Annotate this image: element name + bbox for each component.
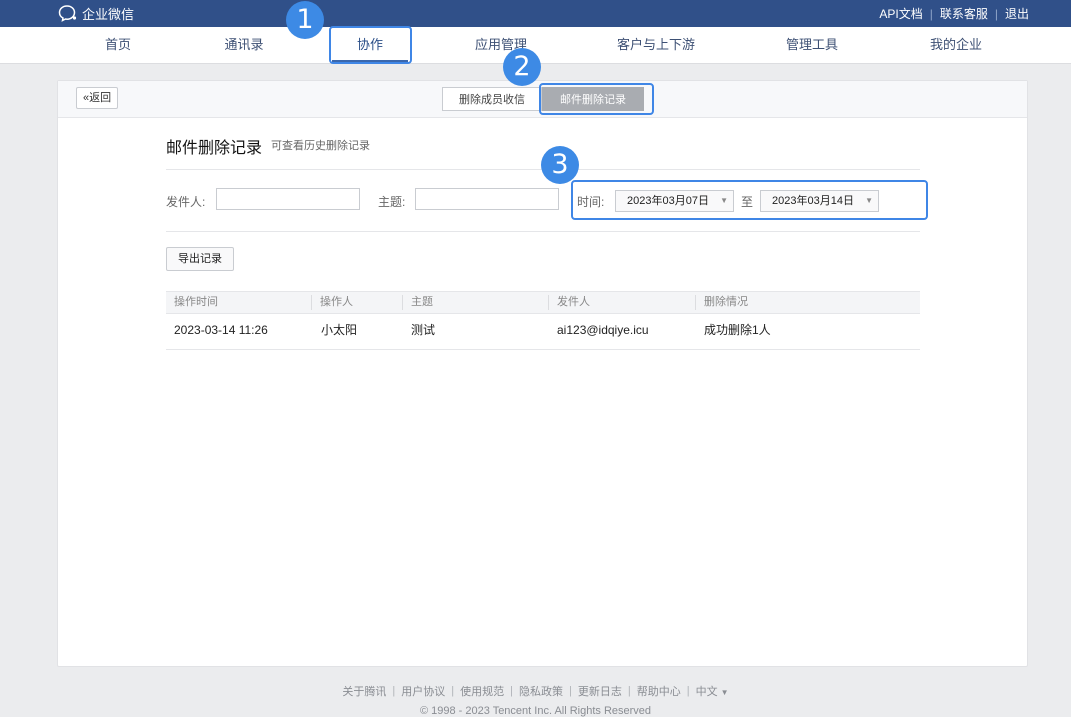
cell-result: 成功删除1人 [704, 323, 771, 337]
table-row: 2023-03-14 11:26 小太阳 测试 ai123@idqiye.icu… [166, 313, 920, 350]
cell-time: 2023-03-14 11:26 [174, 323, 268, 337]
divider [311, 295, 312, 310]
export-records-button[interactable]: 导出记录 [166, 247, 234, 271]
nav-contacts[interactable]: 通讯录 [214, 27, 274, 63]
sender-label: 发件人: [166, 195, 206, 209]
top-bar: 企业微信 API文档 | 联系客服 | 退出 [0, 0, 1071, 27]
highlight-tab-records [539, 83, 654, 115]
copyright: © 1998 - 2023 Tencent Inc. All Rights Re… [419, 705, 652, 717]
brand-name: 企业微信 [82, 6, 135, 22]
highlight-nav-collaboration [329, 26, 412, 64]
column-header-time: 操作时间 [174, 296, 218, 308]
footer-link-user-agreement[interactable]: 用户协议 [401, 683, 445, 699]
brand-logo[interactable]: 企业微信 [58, 3, 134, 23]
footer-link-help[interactable]: 帮助中心 [637, 683, 681, 699]
divider: | [994, 6, 998, 21]
highlight-time-filter [571, 180, 928, 220]
subject-input[interactable] [415, 188, 559, 210]
divider: | [627, 685, 631, 697]
column-header-operator: 操作人 [320, 296, 353, 308]
language-select[interactable]: 中文 ▼ [696, 683, 729, 699]
top-links: API文档 | 联系客服 | 退出 [879, 0, 1029, 27]
nav-my-company[interactable]: 我的企业 [920, 27, 992, 63]
cell-sender: ai123@idqiye.icu [557, 323, 649, 337]
nav-management-tools[interactable]: 管理工具 [776, 27, 848, 63]
step-badge-1: 1 [286, 1, 324, 39]
divider: | [929, 6, 933, 21]
divider [695, 295, 696, 310]
cell-subject: 测试 [411, 323, 436, 337]
chat-bubble-icon [58, 5, 77, 22]
contact-support-link[interactable]: 联系客服 [940, 5, 988, 22]
divider [402, 295, 403, 310]
api-docs-link[interactable]: API文档 [879, 5, 922, 22]
page-subtitle: 可查看历史删除记录 [271, 140, 370, 152]
footer-link-changelog[interactable]: 更新日志 [578, 683, 622, 699]
footer-link-about[interactable]: 关于腾讯 [342, 683, 386, 699]
divider [166, 231, 920, 232]
cell-operator: 小太阳 [321, 323, 358, 337]
divider: | [510, 685, 513, 697]
back-label: 返回 [89, 92, 112, 104]
divider: | [569, 685, 572, 697]
divider: | [451, 685, 455, 697]
column-header-result: 删除情况 [704, 296, 748, 308]
back-button[interactable]: «返回 [76, 87, 119, 109]
footer-link-usage-rules[interactable]: 使用规范 [460, 683, 504, 699]
footer-links: 关于腾讯 | 用户协议 | 使用规范 | 隐私政策 | 更新日志 | 帮助中心 | 中文 ▼ [0, 683, 1071, 699]
nav-home[interactable]: 首页 [94, 27, 142, 63]
column-header-subject: 主题 [411, 296, 433, 308]
step-badge-2: 2 [503, 48, 541, 86]
page-title: 邮件删除记录 [166, 140, 263, 157]
sender-input[interactable] [216, 188, 360, 210]
divider [548, 295, 549, 310]
nav-customers-partners[interactable]: 客户与上下游 [606, 27, 706, 63]
caret-down-icon: ▼ [720, 688, 729, 697]
table-header: 操作时间 操作人 主题 发件人 删除情况 [166, 291, 920, 314]
step-badge-3: 3 [541, 146, 579, 184]
divider: | [686, 685, 690, 697]
tab-delete-member-mail[interactable]: 删除成员收信 [442, 87, 542, 111]
column-header-sender: 发件人 [557, 296, 590, 308]
footer: 关于腾讯 | 用户协议 | 使用规范 | 隐私政策 | 更新日志 | 帮助中心 | 中文 ▼… [0, 683, 1071, 717]
logout-link[interactable]: 退出 [1005, 5, 1029, 22]
subject-label: 主题: [378, 195, 406, 209]
footer-link-privacy[interactable]: 隐私政策 [519, 683, 563, 699]
language-label: 中文 [695, 686, 718, 698]
divider: | [392, 685, 396, 697]
